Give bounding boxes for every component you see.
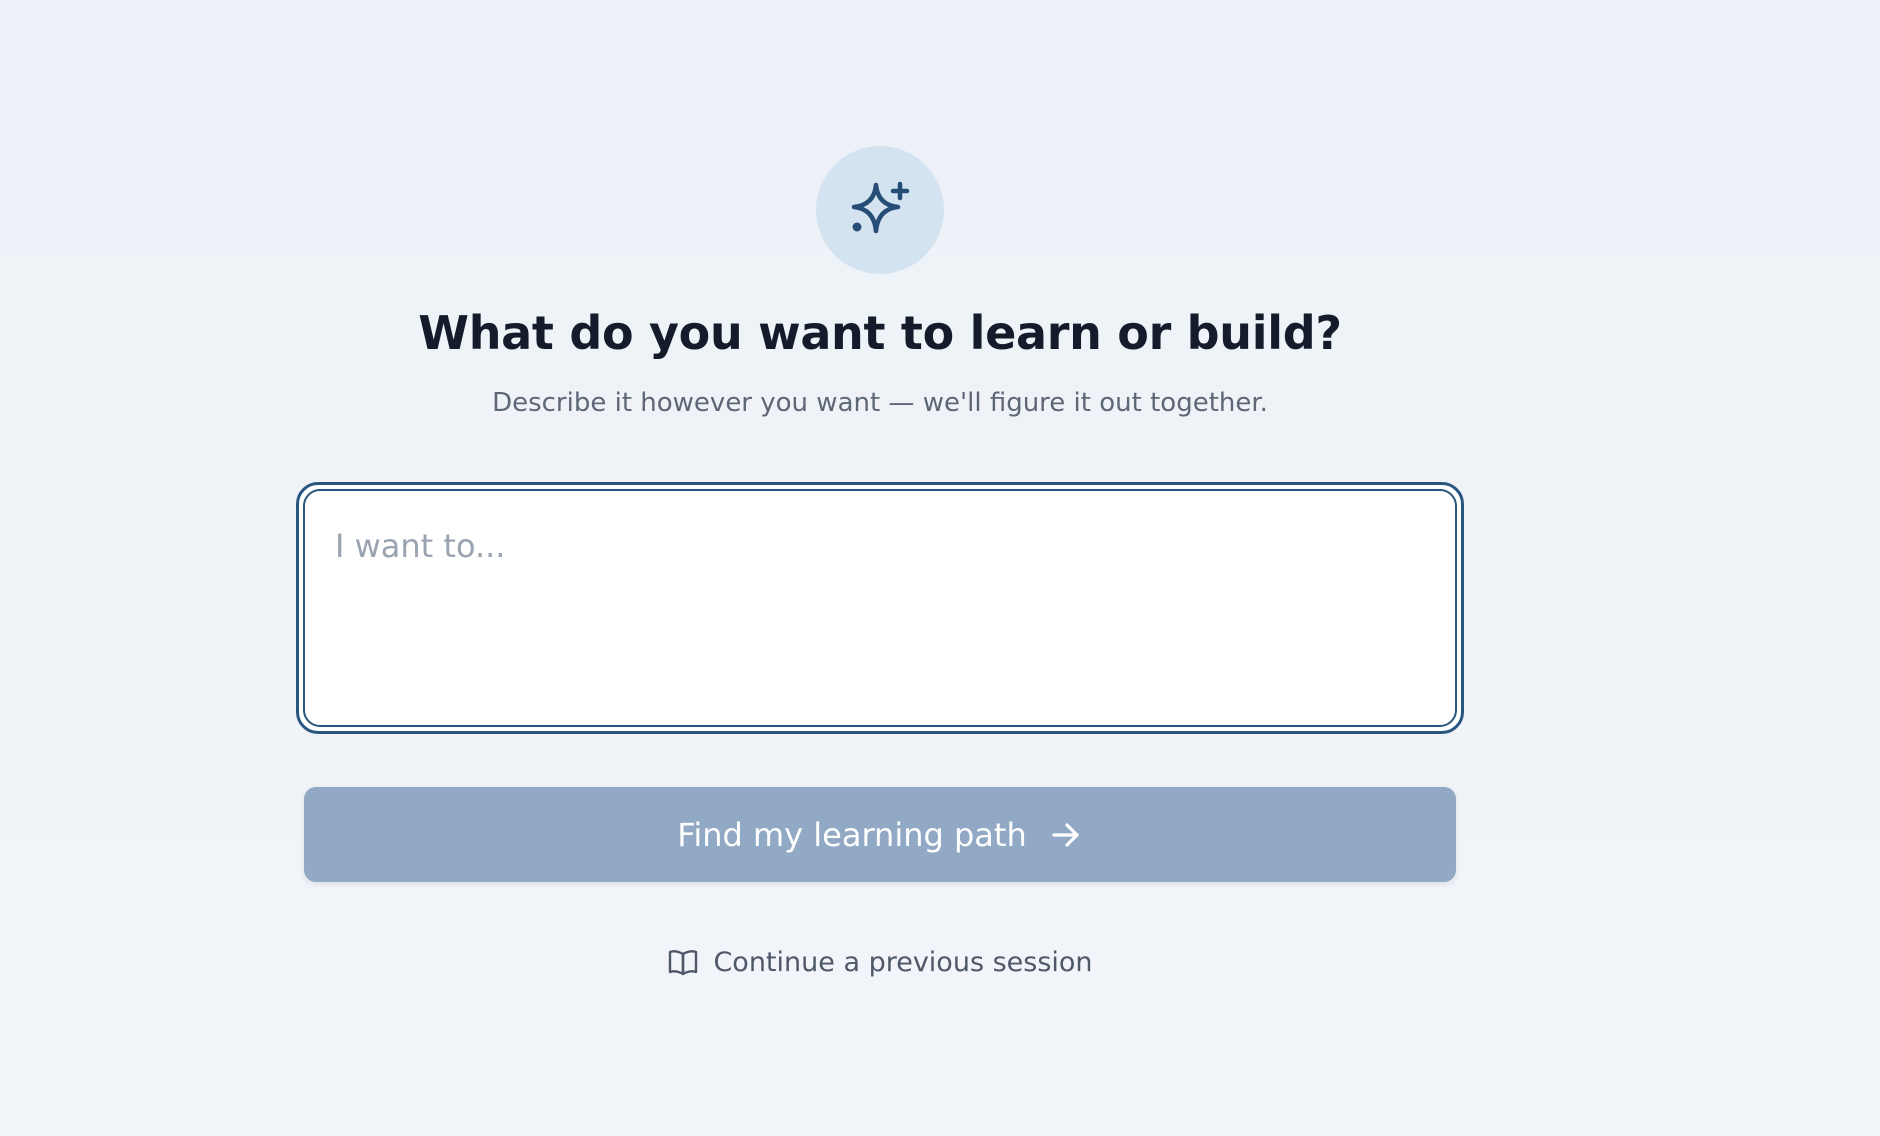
- continue-previous-session-link[interactable]: Continue a previous session: [304, 946, 1456, 978]
- hero-icon-badge: [816, 146, 944, 274]
- find-learning-path-button[interactable]: Find my learning path: [304, 787, 1456, 882]
- continue-previous-session-label: Continue a previous session: [713, 946, 1093, 978]
- prompt-input[interactable]: [305, 491, 1455, 725]
- prompt-input-focus-ring: [296, 482, 1464, 734]
- prompt-input-box: [303, 489, 1457, 727]
- onboarding-panel: What do you want to learn or build? Desc…: [296, 0, 1464, 1136]
- find-learning-path-label: Find my learning path: [677, 815, 1027, 854]
- page-subtitle: Describe it however you want — we'll fig…: [492, 388, 1268, 418]
- sparkles-icon: [848, 178, 912, 242]
- page-title: What do you want to learn or build?: [418, 306, 1342, 360]
- arrow-right-icon: [1049, 818, 1083, 852]
- open-book-icon: [667, 946, 699, 978]
